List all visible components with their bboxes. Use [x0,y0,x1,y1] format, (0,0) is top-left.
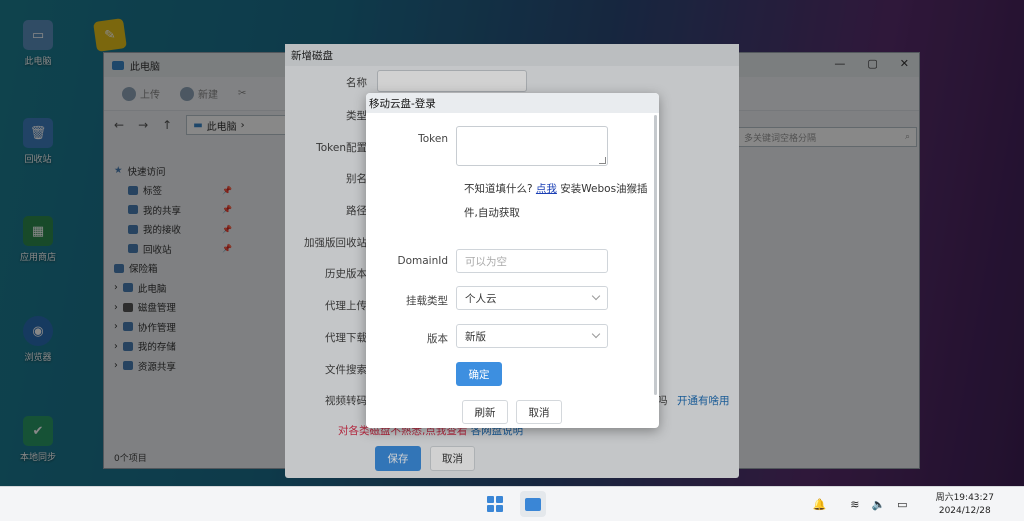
clock[interactable]: 周六19:43:27 2024/12/28 [936,492,994,518]
token-textarea[interactable] [456,126,608,166]
taskbar-apps [482,491,546,517]
mount-type-value: 个人云 [465,292,497,305]
taskbar-file-explorer[interactable] [520,491,546,517]
cancel-login-button[interactable]: 取消 [516,400,562,424]
confirm-button[interactable]: 确定 [456,362,502,386]
clock-date: 2024/12/28 [938,505,991,516]
domain-input[interactable]: 可以为空 [456,249,608,273]
version-select[interactable]: 新版 [456,324,608,348]
chevron-down-icon [591,291,601,301]
version-label: 版本 [427,333,448,345]
mount-type-label: 挂载类型 [406,295,448,307]
install-plugin-link[interactable]: 点我 [536,183,557,195]
bell-icon[interactable]: 🔔 [813,498,827,511]
hint-prefix: 不知道填什么? [464,183,533,195]
chevron-down-icon [591,329,601,339]
token-label: Token [418,133,448,145]
system-tray: 🔔 ≋ 🔈 ▭ 周六19:43:27 2024/12/28 [813,487,1024,521]
taskbar: 🔔 ≋ 🔈 ▭ 周六19:43:27 2024/12/28 [0,486,1024,521]
version-value: 新版 [465,330,486,343]
mount-type-select[interactable]: 个人云 [456,286,608,310]
domain-placeholder: 可以为空 [465,255,507,268]
volume-icon[interactable]: 🔈 [871,498,885,511]
display-icon[interactable]: ▭ [897,498,907,511]
clock-time: 周六19:43:27 [935,492,994,503]
wifi-icon[interactable]: ≋ [850,498,859,511]
start-grid-icon [487,496,503,512]
domain-label: DomainId [397,255,448,267]
login-title: 移动云盘-登录 [366,93,659,113]
token-hint: 不知道填什么? 点我 安装Webos油猴插件,自动获取 [464,177,649,225]
tray-icons: 🔔 ≋ 🔈 ▭ [813,498,908,511]
start-button[interactable] [482,491,508,517]
cloud-login-dialog: 移动云盘-登录 Token 不知道填什么? 点我 安装Webos油猴插件,自动获… [366,93,659,428]
dialog-scrollbar[interactable] [654,115,657,395]
refresh-button[interactable]: 刷新 [462,400,508,424]
folder-icon [525,497,541,511]
